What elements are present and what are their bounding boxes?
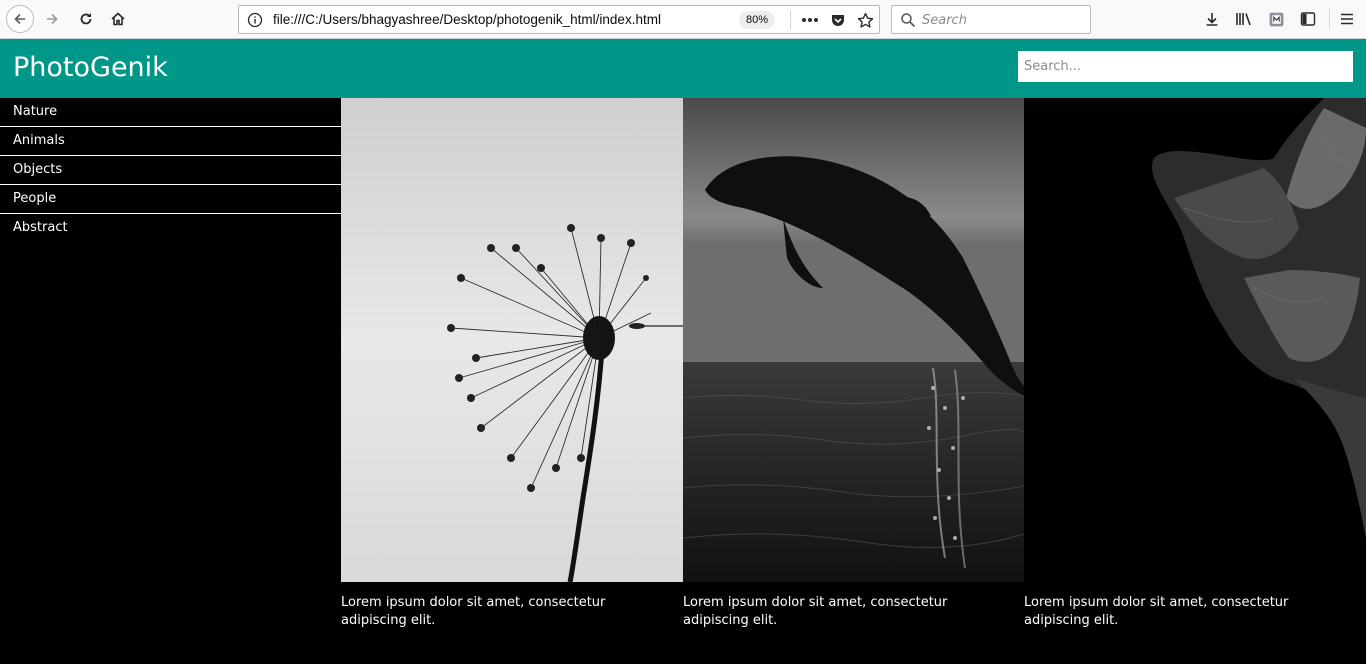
sidebar-item-objects[interactable]: Objects [0, 156, 341, 185]
sidebar-icon [1300, 12, 1316, 26]
forward-button[interactable] [38, 5, 66, 33]
browser-search-box[interactable] [891, 5, 1091, 34]
photo-rose[interactable] [1024, 98, 1366, 582]
gallery-card: Lorem ipsum dolor sit amet, consectetur … [1024, 98, 1366, 664]
sidebar-item-animals[interactable]: Animals [0, 127, 341, 156]
bookmark-button[interactable] [855, 10, 875, 30]
forward-icon [47, 13, 58, 25]
more-icon [802, 18, 818, 22]
photo-caption: Lorem ipsum dolor sit amet, consectetur … [341, 595, 606, 628]
url-divider [790, 10, 791, 30]
home-icon [111, 12, 125, 26]
menu-icon [1341, 13, 1353, 25]
address-bar[interactable]: file:///C:/Users/bhagyashree/Desktop/pho… [238, 5, 880, 34]
extension-button[interactable] [1266, 8, 1286, 30]
category-sidebar: Nature Animals Objects People Abstract [0, 98, 341, 664]
site-search-input[interactable] [1018, 51, 1353, 82]
library-button[interactable] [1234, 8, 1254, 30]
downloads-button[interactable] [1202, 8, 1222, 30]
site-brand[interactable]: PhotoGenik [13, 54, 168, 81]
sidebar-item-people[interactable]: People [0, 185, 341, 214]
bookmark-star-icon [857, 12, 873, 28]
url-text[interactable]: file:///C:/Users/bhagyashree/Desktop/pho… [273, 12, 661, 27]
home-button[interactable] [104, 5, 132, 33]
toolbar-divider [1329, 9, 1330, 29]
sidebar-item-abstract[interactable]: Abstract [0, 214, 341, 243]
gallery-card: Lorem ipsum dolor sit amet, consectetur … [683, 98, 1024, 664]
reload-button[interactable] [72, 5, 100, 33]
info-icon[interactable] [247, 12, 263, 28]
back-button[interactable] [6, 5, 34, 33]
photo-caption: Lorem ipsum dolor sit amet, consectetur … [1024, 595, 1289, 628]
back-icon [14, 13, 25, 25]
pocket-icon [832, 15, 844, 26]
sidebar-toggle-button[interactable] [1298, 8, 1318, 30]
site-header: PhotoGenik [0, 39, 1366, 98]
sidebar-item-nature[interactable]: Nature [0, 98, 341, 127]
reload-icon [80, 13, 92, 25]
menu-button[interactable] [1337, 8, 1357, 30]
photo-dandelion[interactable] [341, 98, 683, 582]
zoom-level-badge[interactable]: 80% [739, 11, 776, 29]
pocket-button[interactable] [828, 10, 848, 30]
photo-gallery: Lorem ipsum dolor sit amet, consectetur … [341, 98, 1366, 664]
browser-search-input[interactable] [922, 10, 1082, 30]
gallery-card: Lorem ipsum dolor sit amet, consectetur … [341, 98, 683, 664]
photo-caption: Lorem ipsum dolor sit amet, consectetur … [683, 595, 948, 628]
search-icon [901, 13, 916, 28]
page-actions-button[interactable] [800, 10, 820, 30]
browser-toolbar: file:///C:/Users/bhagyashree/Desktop/pho… [0, 0, 1366, 39]
extension-icon [1269, 12, 1283, 26]
download-icon [1206, 13, 1218, 26]
photo-dolphin[interactable] [683, 98, 1024, 582]
library-icon [1236, 13, 1251, 26]
